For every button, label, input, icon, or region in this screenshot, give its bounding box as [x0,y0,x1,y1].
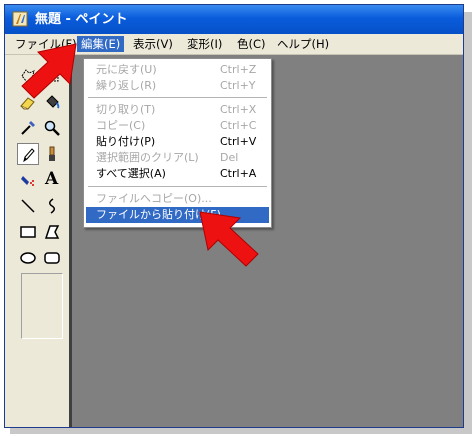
rectangle-tool[interactable] [17,221,39,243]
menu-item-undo[interactable]: 元に戻す(U) Ctrl+Z [86,62,269,78]
pencil-icon [23,148,35,163]
rectangle-icon [20,226,36,238]
menu-separator [88,97,267,98]
menu-separator [88,186,267,187]
pencil-tool[interactable] [17,143,39,165]
menu-item-clear-selection[interactable]: 選択範囲のクリア(L) Del [86,150,269,166]
polygon-icon [44,225,60,239]
magnifier-tool[interactable] [41,117,63,139]
curve-icon [49,198,55,214]
menu-item-redo[interactable]: 繰り返し(R) Ctrl+Y [86,78,269,94]
magnifier-icon [44,120,60,136]
menu-item-paste[interactable]: 貼り付け(P) Ctrl+V [86,134,269,150]
edit-menu-dropdown: 元に戻す(U) Ctrl+Z 繰り返し(R) Ctrl+Y 切り取り(T) Ct… [83,58,272,228]
paint-app-icon [12,11,28,27]
menu-item-copy-to-file[interactable]: ファイルへコピー(O)... [86,191,269,207]
ellipse-tool[interactable] [17,247,39,269]
text-tool[interactable]: A [41,169,63,191]
menu-colors[interactable]: 色(C) [233,36,270,52]
title-bar[interactable]: 無題 - ペイント [5,5,463,34]
text-icon: A [45,169,59,189]
menu-item-select-all[interactable]: すべて選択(A) Ctrl+A [86,166,269,182]
tool-options-box[interactable] [21,273,63,339]
menu-image[interactable]: 変形(I) [183,36,226,52]
menu-help[interactable]: ヘルプ(H) [273,36,333,52]
menu-item-copy[interactable]: コピー(C) Ctrl+C [86,118,269,134]
airbrush-tool[interactable] [17,169,39,191]
rounded-rect-tool[interactable] [41,247,63,269]
color-picker-tool[interactable] [17,117,39,139]
brush-icon [49,146,55,161]
airbrush-icon [21,176,34,186]
toolbox: A [13,63,69,423]
red-arrow-icon [21,43,77,99]
window-title: 無題 - ペイント [35,12,128,27]
color-picker-icon [21,121,35,135]
line-icon [21,199,35,213]
brush-tool[interactable] [41,143,63,165]
rounded-rect-icon [44,252,60,264]
menu-edit[interactable]: 編集(E) [77,36,125,52]
curve-tool[interactable] [41,195,63,217]
ellipse-icon [20,252,36,264]
canvas-border [69,55,72,427]
polygon-tool[interactable] [41,221,63,243]
line-tool[interactable] [17,195,39,217]
menu-view[interactable]: 表示(V) [129,36,177,52]
menu-item-cut[interactable]: 切り取り(T) Ctrl+X [86,102,269,118]
red-arrow-icon [199,211,259,267]
